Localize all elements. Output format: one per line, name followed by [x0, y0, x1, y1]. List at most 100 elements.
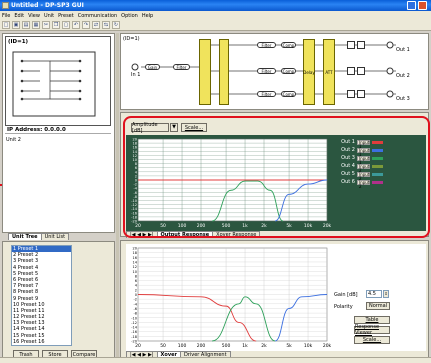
- y-tick-label: 6: [135, 279, 137, 283]
- copy-icon[interactable]: ❐: [52, 21, 60, 29]
- xover-scale-button[interactable]: Scale...: [354, 336, 390, 344]
- menu-file[interactable]: File: [2, 13, 10, 19]
- y-tick-label: -20: [131, 340, 137, 344]
- gain-block[interactable]: Gain: [145, 64, 160, 70]
- close-button[interactable]: [418, 1, 427, 10]
- unit-id-label: (ID=1): [8, 39, 29, 45]
- y-tick-label: -2: [134, 298, 138, 302]
- redo-icon[interactable]: ↷: [82, 21, 90, 29]
- menu-communication[interactable]: Communication: [78, 13, 117, 19]
- y-tick-label: 4: [135, 284, 138, 288]
- output-label-1: Out 1: [396, 47, 410, 53]
- menu-preset[interactable]: Preset: [58, 13, 74, 19]
- status-bar: [0, 357, 431, 363]
- y-tick-label: -18: [131, 335, 137, 339]
- unit-name[interactable]: Unit 2: [6, 137, 21, 143]
- cut-icon[interactable]: ✂: [42, 21, 50, 29]
- output-label-2: Out 2: [396, 73, 410, 79]
- xover-chart[interactable]: 20 50 100 200 500 1k 2k 5k 10k 20k201816141210864…: [126, 244, 331, 351]
- y-tick-label: 18: [133, 251, 137, 255]
- y-tick-label: 20: [133, 247, 137, 251]
- x-tick-label: 50: [160, 343, 166, 349]
- unit-device-box[interactable]: (ID=1): [5, 36, 111, 126]
- menu-unit[interactable]: Unit: [44, 13, 54, 19]
- highlight-pointer: [0, 184, 2, 186]
- minimize-button[interactable]: [407, 1, 416, 10]
- att-block[interactable]: ATT: [323, 39, 335, 105]
- out2-mute-icon[interactable]: [347, 67, 355, 75]
- preset-panel: 1 Preset 12 Preset 23 Preset 34 Preset 4…: [2, 241, 115, 361]
- save-icon[interactable]: ▤: [22, 21, 30, 29]
- xover-panel: 20 50 100 200 500 1k 2k 5k 10k 20k 20 18 16 14 12 10 8 6 4…: [120, 240, 429, 361]
- y-tick-label: 8: [135, 274, 137, 278]
- polarity-button[interactable]: Normal: [366, 302, 390, 310]
- menu-edit[interactable]: Edit: [14, 13, 24, 19]
- preset-list[interactable]: 1 Preset 12 Preset 23 Preset 34 Preset 4…: [11, 245, 72, 346]
- out1-comp-block[interactable]: Comp: [281, 42, 296, 48]
- delay-block[interactable]: Delay: [303, 39, 315, 105]
- y-tick-label: 12: [133, 265, 137, 269]
- preset-item[interactable]: 16 Preset 16: [12, 339, 71, 345]
- disconnect-icon[interactable]: ⇆: [102, 21, 110, 29]
- print-icon[interactable]: ▦: [32, 21, 40, 29]
- y-tick-label: -14: [131, 326, 137, 330]
- y-tick-label: 14: [133, 260, 138, 264]
- out3-phase-icon[interactable]: [357, 90, 365, 98]
- out1-phase-icon[interactable]: [357, 41, 365, 49]
- x-tick-label: 20k: [323, 343, 331, 349]
- undo-icon[interactable]: ↶: [72, 21, 80, 29]
- unit-tabs: Unit Tree Unit List: [8, 233, 70, 240]
- menu-view[interactable]: View: [28, 13, 40, 19]
- output-gain-block[interactable]: [219, 39, 229, 105]
- out3-mute-icon[interactable]: [347, 90, 355, 98]
- gain-input[interactable]: 4.5: [366, 290, 382, 298]
- out1-filter-block[interactable]: Filter: [257, 42, 276, 48]
- connect-icon[interactable]: ⇄: [92, 21, 100, 29]
- x-tick-label: 200: [197, 343, 206, 349]
- x-tick-label: 10k: [304, 343, 313, 349]
- y-tick-label: 0: [135, 293, 137, 297]
- out1-mute-icon[interactable]: [347, 41, 355, 49]
- output-label-3: Out 3: [396, 96, 410, 102]
- menu-option[interactable]: Option: [121, 13, 138, 19]
- response-viewer-button[interactable]: Response Viewer: [354, 324, 390, 336]
- open-icon[interactable]: ▣: [12, 21, 20, 29]
- out2-phase-icon[interactable]: [357, 67, 365, 75]
- paste-icon[interactable]: ▢: [62, 21, 70, 29]
- x-tick-label: 100: [178, 343, 187, 349]
- y-tick-label: -8: [134, 312, 138, 316]
- menu-help[interactable]: Help: [142, 13, 153, 19]
- toolbar: □ ▣ ▤ ▦ ✂ ❐ ▢ ↶ ↷ ⇄ ⇆ ↻: [0, 20, 431, 31]
- window-title: Untitled - DP-SP3 GUI: [11, 2, 84, 9]
- y-tick-label: -16: [131, 330, 137, 334]
- block-diagram-panel: (ID=1) In 1 Gain Filter Filter Filter Fi…: [120, 33, 429, 110]
- x-tick-label: 500: [222, 343, 231, 349]
- unit-wiring-diagram: [12, 51, 96, 117]
- router-matrix-block[interactable]: [199, 39, 211, 105]
- y-tick-label: -10: [131, 316, 137, 320]
- out3-filter-block[interactable]: Filter: [257, 91, 276, 97]
- x-tick-label: 2k: [261, 343, 267, 349]
- unit-panel: (ID=1) IP Address: 0.0.0.0 Unit 2: [2, 33, 115, 233]
- x-tick-label: 1k: [242, 343, 248, 349]
- new-icon[interactable]: □: [2, 21, 10, 29]
- x-tick-label: 5k: [286, 343, 292, 349]
- y-tick-label: -4: [134, 302, 138, 306]
- y-tick-label: 10: [133, 270, 137, 274]
- tab-unit-tree[interactable]: Unit Tree: [8, 233, 42, 240]
- refresh-icon[interactable]: ↻: [112, 21, 120, 29]
- out2-comp-block[interactable]: Comp: [281, 68, 296, 74]
- gain-spinner-icon[interactable]: ⇕: [383, 290, 389, 298]
- tab-unit-list[interactable]: Unit List: [40, 233, 70, 240]
- highlight-frame: [123, 116, 430, 238]
- app-icon: [2, 2, 9, 9]
- out2-filter-block[interactable]: Filter: [257, 68, 276, 74]
- out3-comp-block[interactable]: Comp: [281, 91, 296, 97]
- title-bar: Untitled - DP-SP3 GUI: [0, 0, 431, 11]
- table-button[interactable]: Table: [354, 316, 390, 324]
- y-tick-label: 2: [135, 288, 137, 292]
- vertical-splitter[interactable]: [116, 33, 119, 361]
- y-tick-label: 16: [133, 256, 137, 260]
- input-filter-block[interactable]: Filter: [173, 64, 190, 70]
- y-tick-label: -12: [131, 321, 137, 325]
